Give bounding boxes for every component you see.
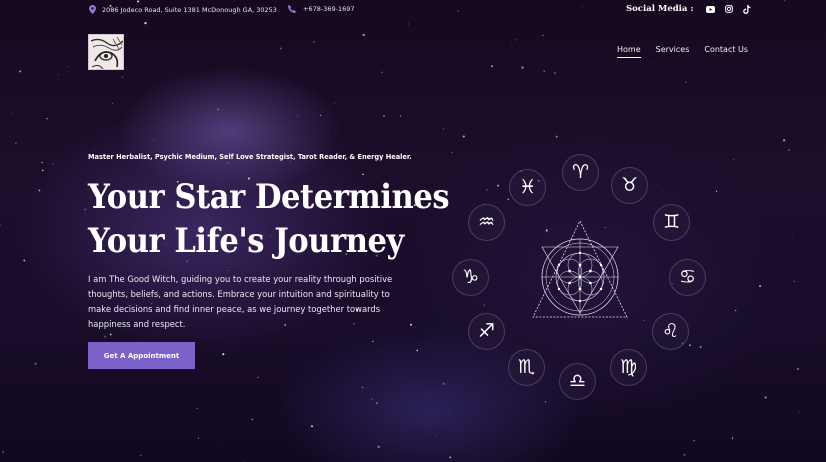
sacred-geometry-icon [532,220,628,318]
cancer-icon: ♋︎ [669,259,706,296]
phone-icon [288,5,296,13]
gemini-icon: ♊︎ [653,204,690,241]
virgo-icon: ♍︎ [610,349,647,386]
sagittarius-icon: ♐︎ [468,313,505,350]
get-appointment-button[interactable]: Get A Appointment [88,342,195,369]
hero-title-line1: Your Star Determines [88,177,450,217]
site-logo[interactable] [88,34,124,70]
hero-title-line2: Your Life's Journey [88,221,404,261]
taurus-icon: ♉︎ [611,167,648,204]
hero-description: I am The Good Witch, guiding you to crea… [88,274,393,329]
phone-info[interactable]: +678-369-1697 [288,5,355,13]
address-text: 2086 Jodeco Road, Suite 1381 McDonough G… [102,5,277,14]
location-pin-icon [89,5,96,14]
aries-icon: ♈︎ [562,154,599,191]
hero-title: Your Star Determines Your Life's Journey [88,175,450,263]
capricorn-icon: ♑︎ [452,259,489,296]
address-info: 2086 Jodeco Road, Suite 1381 McDonough G… [89,5,277,14]
pisces-icon: ♓︎ [509,169,546,206]
instagram-icon[interactable] [724,5,733,13]
social-media-label: Social Media : [626,4,694,14]
nav-contact-us[interactable]: Contact Us [704,45,748,58]
libra-icon: ♎︎ [559,363,596,400]
phone-text: +678-369-1697 [303,5,355,13]
hero-tagline: Master Herbalist, Psychic Medium, Self L… [88,153,412,161]
main-nav: Home Services Contact Us [617,45,748,58]
youtube-icon[interactable] [705,5,715,13]
social-media: Social Media : [626,4,751,14]
nav-home[interactable]: Home [617,45,641,58]
aquarius-icon: ♒︎ [468,204,505,241]
scorpio-icon: ♏︎ [508,349,545,386]
nav-services[interactable]: Services [656,45,690,58]
top-bar: 2086 Jodeco Road, Suite 1381 McDonough G… [0,0,826,22]
tiktok-icon[interactable] [742,4,751,14]
leo-icon: ♌︎ [652,313,689,350]
zodiac-wheel: ♈︎ ♉︎ ♊︎ ♋︎ ♌︎ ♍︎ ♎︎ ♏︎ ♐︎ ♑︎ ♒︎ ♓︎ [450,145,712,407]
